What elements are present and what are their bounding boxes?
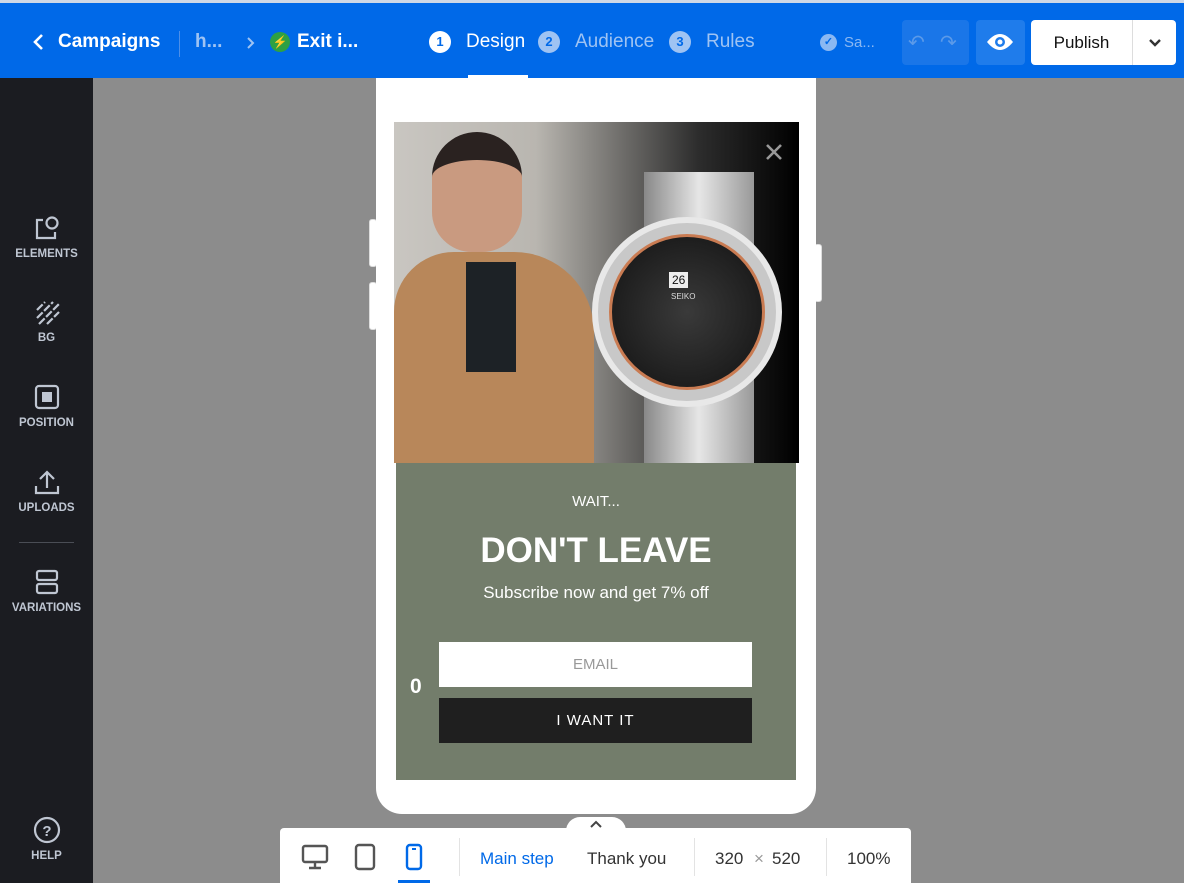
sidebar-item-label: ELEMENTS [15,248,78,260]
sidebar-item-label: BG [37,332,56,344]
size-width[interactable]: 320 [715,849,743,869]
publish-dropdown-button[interactable] [1132,20,1176,65]
divider [459,838,460,876]
undo-redo-group: ↶ ↷ [902,20,969,65]
sidebar-item-uploads[interactable]: UPLOADS [0,468,93,514]
popup-subtext: Subscribe now and get 7% off [483,583,709,602]
side-counter: 0 [410,675,422,698]
tab-thank-you[interactable]: Thank you [587,849,666,869]
position-icon [34,384,59,410]
sidebar-item-bg[interactable]: BG [0,298,93,344]
sidebar-item-variations[interactable]: VARIATIONS [0,568,93,614]
sidebar-item-position[interactable]: POSITION [0,383,93,429]
chevron-down-icon [1149,39,1161,47]
sidebar-item-label: UPLOADS [18,502,75,514]
publish-button[interactable]: Publish [1031,20,1132,65]
eye-icon [987,34,1013,50]
watch-brand: SEIKO [671,292,696,301]
sidebar-item-elements[interactable]: ELEMENTS [0,214,93,260]
close-icon[interactable] [765,143,783,161]
sidebar-divider [19,542,74,543]
chevron-up-icon [590,820,602,828]
size-height[interactable]: 520 [772,849,800,869]
sidebar: ELEMENTS BG POSITION UPLOADS VARIATIONS … [0,78,93,883]
bottom-toolbar: Main step Thank you 320 × 520 100% [280,828,911,883]
step-label: Design [466,31,526,52]
sidebar-item-label: POSITION [19,417,74,429]
divider [179,31,180,57]
popup-headline: DON'T LEAVE [480,531,712,570]
man-shirt [466,262,516,372]
variations-icon [35,569,58,595]
lightning-icon: ⚡ [270,32,290,52]
campaigns-link[interactable]: Campaigns [58,31,160,53]
popup-eyebrow: WAIT... [572,493,620,510]
tablet-icon[interactable] [354,843,376,871]
svg-text:?: ? [42,823,51,840]
mobile-icon[interactable] [405,843,423,871]
top-bar: Campaigns h... ⚡ Exit i... 1 Design 2 Au… [0,0,1184,81]
popup-hero-image[interactable]: 26 SEIKO [394,122,799,463]
step-label: Audience [575,31,655,52]
upload-icon [34,470,59,495]
background-icon [35,301,60,325]
man-head [432,132,522,252]
elements-icon [35,216,59,240]
help-label: HELP [31,850,62,862]
watch-date: 26 [669,272,689,288]
campaign-name[interactable]: Exit i... [297,31,358,53]
watch-face [609,234,765,390]
preview-button[interactable] [976,20,1025,65]
saved-check-icon: ✓ [820,34,837,51]
zoom-level[interactable]: 100% [847,849,890,869]
breadcrumb-site[interactable]: h... [195,31,222,53]
undo-icon[interactable]: ↶ [908,30,925,55]
help-icon: ? [33,816,60,844]
tab-main-step[interactable]: Main step [480,849,554,869]
i-want-it-button[interactable]: I WANT IT [439,698,752,743]
step-number: 1 [429,31,451,53]
step-number: 2 [538,31,560,53]
save-status: Sa... [844,34,875,51]
email-input[interactable]: EMAIL [439,642,752,687]
step-number: 3 [669,31,691,53]
redo-icon[interactable]: ↷ [940,30,957,55]
back-chevron-icon[interactable] [32,33,46,51]
size-separator: × [754,849,764,868]
breadcrumb-chevron-icon [247,37,255,49]
divider [826,838,827,876]
sidebar-item-label: VARIATIONS [11,602,82,614]
popup-content-panel: WAIT... DON'T LEAVE Subscribe now and ge… [396,463,796,780]
help-button[interactable]: ? HELP [0,816,93,862]
desktop-icon[interactable] [301,844,329,870]
step-label: Rules [706,31,755,52]
divider [694,838,695,876]
